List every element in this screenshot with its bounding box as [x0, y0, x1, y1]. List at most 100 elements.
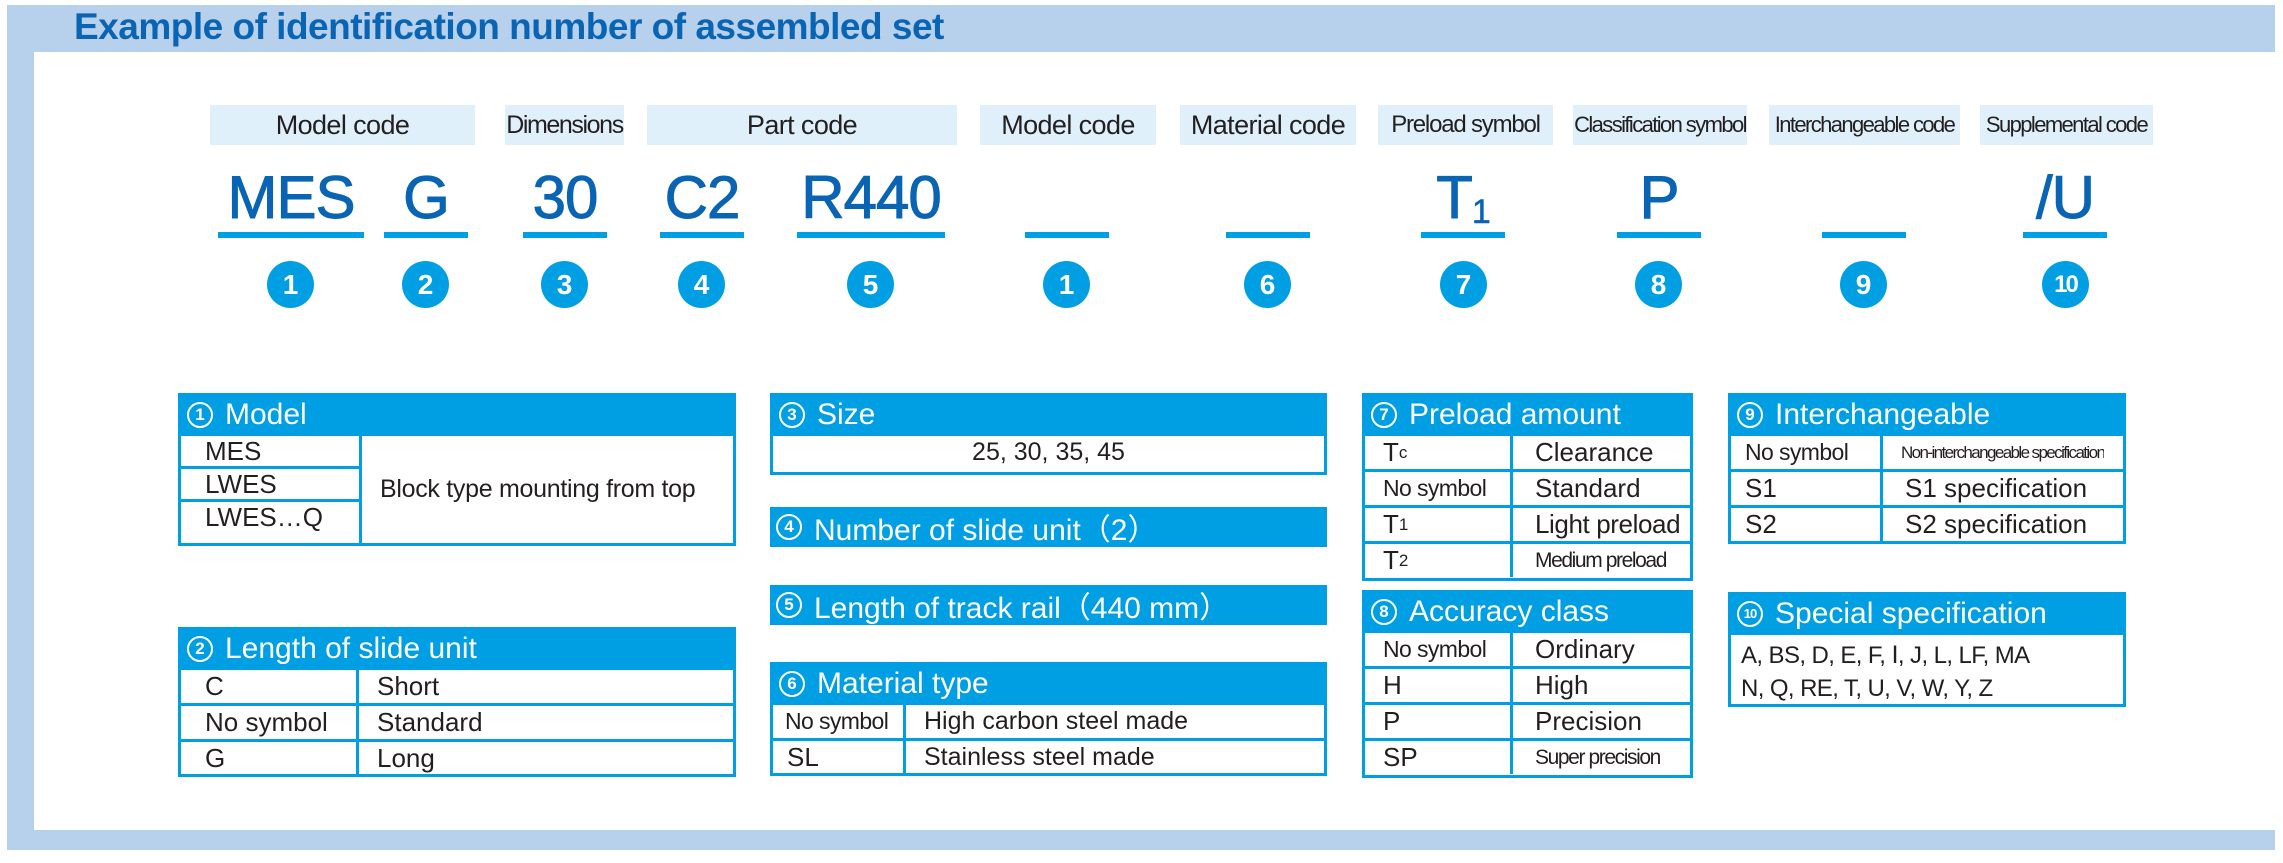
- code-underline: [797, 232, 945, 238]
- label-material-code: Material code: [1180, 105, 1356, 145]
- interchangeable-header: 9 Interchangeable: [1731, 396, 2123, 433]
- number-circle-3: 3: [541, 261, 588, 308]
- number-circle-6: 6: [1244, 261, 1291, 308]
- length-track-rail-bar: 5 Length of track rail（440 mm）: [770, 585, 1327, 625]
- row-key: Tc: [1365, 436, 1513, 469]
- number-slide-unit-bar: 4 Number of slide unit（2）: [770, 507, 1327, 547]
- number-icon: 1: [187, 401, 213, 428]
- size-values: 25, 30, 35, 45: [972, 438, 1125, 466]
- label-interchangeable-code: Interchangeable code: [1769, 105, 1960, 145]
- size-table-title: Size: [817, 397, 876, 431]
- size-table: 3 Size 25, 30, 35, 45: [770, 393, 1327, 475]
- label-dimensions: Dimensions: [505, 105, 624, 145]
- number-icon: 10: [1737, 600, 1763, 627]
- model-table-header: 1 Model: [181, 396, 733, 433]
- interchangeable-title: Interchangeable: [1775, 397, 1991, 431]
- table-row: S2 S2 specification: [1731, 505, 2123, 541]
- row-key: No symbol: [181, 706, 359, 739]
- special-specification-header: 10 Special specification: [1731, 595, 2123, 632]
- size-table-header: 3 Size: [773, 396, 1324, 433]
- material-type-header: 6 Material type: [773, 665, 1324, 702]
- row-key: C: [181, 670, 359, 703]
- row-key: S2: [1731, 508, 1883, 541]
- special-specification-table: 10 Special specification A, BS, D, E, F,…: [1728, 592, 2126, 707]
- code-underline: [1617, 232, 1701, 238]
- model-key: LWES…Q: [181, 499, 359, 532]
- number-circle-9: 9: [1840, 261, 1887, 308]
- table-row: No symbol Ordinary: [1365, 630, 1690, 666]
- number-icon: 7: [1371, 401, 1397, 428]
- number-circle-7: 7: [1440, 261, 1487, 308]
- accuracy-class-title: Accuracy class: [1409, 594, 1610, 628]
- number-circle-10: 10: [2042, 261, 2089, 308]
- table-row: T2 Medium preload: [1365, 541, 1690, 577]
- table-row: C Short: [181, 667, 733, 703]
- number-icon: 9: [1737, 401, 1763, 428]
- length-slide-unit-header: 2 Length of slide unit: [181, 630, 733, 667]
- table-row: P Precision: [1365, 702, 1690, 738]
- table-row: No symbol High carbon steel made: [773, 702, 1324, 738]
- code-underline: [660, 232, 744, 238]
- preload-amount-title: Preload amount: [1409, 397, 1621, 431]
- number-icon: 4: [776, 514, 802, 540]
- page-title: Example of identification number of asse…: [74, 6, 944, 47]
- row-value: Standard: [377, 707, 483, 737]
- code-underline: [1226, 232, 1310, 238]
- row-key: No symbol: [1731, 436, 1883, 469]
- label-preload-symbol: Preload symbol: [1378, 105, 1553, 145]
- interchangeable-table: 9 Interchangeable No symbol Non-intercha…: [1728, 393, 2126, 544]
- bottom-frame-band: [7, 830, 2275, 850]
- row-value: S2 specification: [1905, 509, 2088, 539]
- table-row: Tc Clearance: [1365, 433, 1690, 469]
- table-row: H High: [1365, 666, 1690, 702]
- table-row: T1 Light preload: [1365, 505, 1690, 541]
- left-frame-strip: [7, 52, 34, 850]
- row-value: Stainless steel made: [924, 743, 1155, 771]
- table-row: No symbol Standard: [181, 703, 733, 739]
- row-value: Short: [377, 671, 440, 701]
- row-value: Light preload: [1535, 509, 1681, 539]
- row-key: SP: [1365, 741, 1513, 774]
- number-circle-5: 5: [847, 261, 894, 308]
- row-key: No symbol: [1365, 472, 1513, 505]
- row-value: Ordinary: [1535, 634, 1635, 664]
- table-row: SL Stainless steel made: [773, 738, 1324, 774]
- number-icon: 6: [779, 670, 805, 697]
- length-slide-unit-title: Length of slide unit: [225, 631, 477, 665]
- row-value: Long: [377, 743, 435, 773]
- code-mes: MES: [227, 164, 356, 232]
- special-codes-line: A, BS, D, E, F, Ⅰ, J, L, LF, MA: [1741, 642, 2030, 669]
- code-underline: [523, 232, 607, 238]
- preload-amount-table: 7 Preload amount Tc Clearance No symbol …: [1362, 393, 1693, 581]
- row-value: High carbon steel made: [924, 707, 1189, 735]
- material-type-table: 6 Material type No symbol High carbon st…: [770, 662, 1327, 776]
- row-value: Non-interchangeable specification: [1901, 442, 2105, 462]
- special-codes-line: N, Q, RE, T, U, V, W, Y, Z: [1741, 675, 1993, 702]
- length-track-rail-title: Length of track rail（440 mm）: [814, 592, 1230, 625]
- number-icon: 2: [187, 635, 213, 662]
- row-key: No symbol: [1365, 633, 1513, 666]
- row-value: Precision: [1535, 706, 1642, 736]
- table-row: G Long: [181, 739, 733, 775]
- row-key: T2: [1365, 544, 1513, 577]
- label-classification-symbol: Classification symbol: [1573, 105, 1747, 145]
- row-value: Clearance: [1535, 437, 1654, 467]
- number-icon: 8: [1371, 598, 1397, 625]
- label-part-code: Part code: [647, 105, 957, 145]
- number-circle-1: 1: [1043, 261, 1090, 308]
- code-underline: [2023, 232, 2107, 238]
- model-table: 1 Model MES LWES LWES…Q Block type mount…: [178, 393, 736, 546]
- row-key: P: [1365, 705, 1513, 738]
- code-30: 30: [532, 164, 599, 232]
- code-underline: [1025, 232, 1109, 238]
- material-type-title: Material type: [817, 666, 989, 700]
- row-value: High: [1535, 670, 1589, 700]
- model-table-title: Model: [225, 397, 307, 431]
- table-row: SP Super precision: [1365, 738, 1690, 774]
- row-key: T1: [1365, 508, 1513, 541]
- row-key: H: [1365, 669, 1513, 702]
- row-key: S1: [1731, 472, 1883, 505]
- number-circle-2: 2: [402, 261, 449, 308]
- accuracy-class-header: 8 Accuracy class: [1365, 593, 1690, 630]
- model-key: MES: [181, 433, 359, 466]
